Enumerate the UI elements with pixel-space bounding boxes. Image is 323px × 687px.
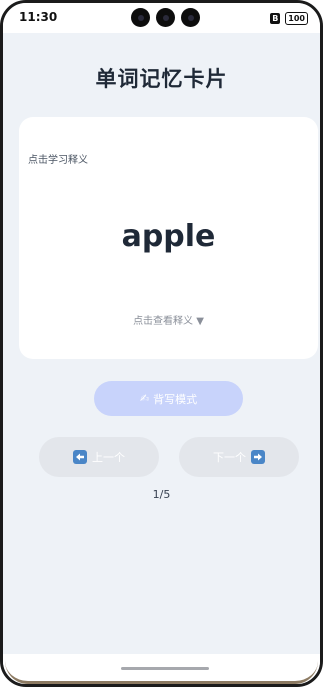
next-button[interactable]: 下一个 [179, 437, 299, 477]
page-title: 单词记忆卡片 [95, 67, 228, 91]
device-frame: 11:30 B 100 单词记忆卡片 点击学习释义 apple 点击查看释义 ▼… [0, 0, 323, 687]
dictation-mode-label: 背写模式 [153, 392, 198, 406]
right-arrow-icon [251, 450, 265, 464]
status-icons: B 100 [270, 12, 308, 25]
page-counter: 1/5 [152, 488, 171, 501]
next-label: 下一个 [213, 451, 246, 464]
left-arrow-icon [73, 450, 87, 464]
camera-icon [181, 8, 200, 27]
battery-icon: 100 [285, 12, 308, 25]
word-card[interactable]: 点击学习释义 apple 点击查看释义 ▼ [19, 117, 318, 359]
camera-icon [156, 8, 175, 27]
status-bar: 11:30 B 100 [3, 3, 320, 33]
dictation-mode-button[interactable]: ✍ 背写模式 [94, 381, 243, 416]
previous-label: 上一个 [92, 451, 125, 464]
home-indicator[interactable] [121, 667, 209, 670]
card-hint: 点击学习释义 [28, 155, 88, 166]
reveal-definition-toggle[interactable]: 点击查看释义 ▼ [19, 312, 318, 327]
status-time: 11:30 [19, 10, 58, 24]
camera-cutout [131, 8, 200, 27]
card-word: apple [121, 219, 216, 254]
sim-icon: B [270, 13, 281, 24]
writing-hand-icon: ✍ [139, 392, 150, 405]
camera-icon [131, 8, 150, 27]
previous-button[interactable]: 上一个 [39, 437, 159, 477]
